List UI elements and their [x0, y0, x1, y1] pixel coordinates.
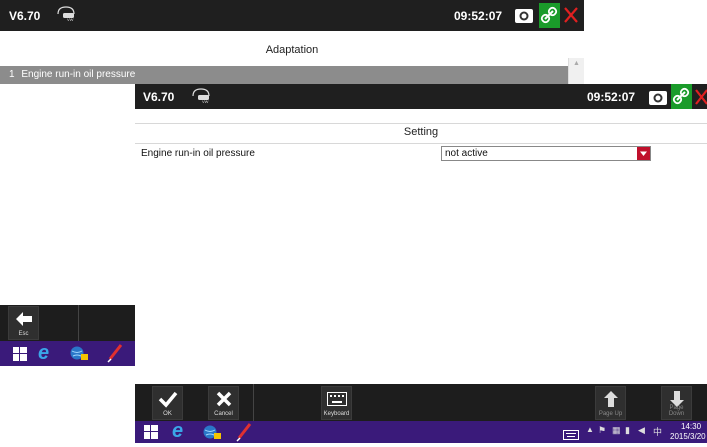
- header-divider: [135, 143, 707, 144]
- windows-start-icon[interactable]: [13, 347, 27, 366]
- globe-icon[interactable]: [70, 345, 88, 366]
- ime-icon[interactable]: 中: [653, 425, 662, 438]
- front-window: V6.70 VW 09:52:07 Setting Engine run-in …: [135, 84, 707, 443]
- svg-text:VW: VW: [202, 99, 209, 104]
- cancel-label: Cancel: [214, 411, 233, 417]
- svg-text:VW: VW: [67, 17, 74, 22]
- back-arrow-icon: [14, 310, 34, 333]
- battery-icon[interactable]: ▮: [625, 425, 630, 436]
- pen-icon[interactable]: [235, 422, 253, 447]
- scroll-up-arrow-icon[interactable]: ▲: [573, 60, 580, 67]
- keyboard-tray-icon[interactable]: [563, 427, 579, 445]
- camera-icon[interactable]: [514, 5, 534, 30]
- toolbar-divider: [78, 305, 79, 341]
- list-item-index: 1: [9, 69, 15, 80]
- car-logo-icon: VW: [190, 87, 212, 110]
- chevron-down-icon[interactable]: [637, 147, 650, 160]
- setting-label: Engine run-in oil pressure: [141, 148, 255, 159]
- car-logo-icon: VW: [55, 5, 77, 28]
- page-up-button[interactable]: Page Up: [595, 386, 626, 420]
- title-divider: [135, 123, 707, 124]
- close-icon[interactable]: [562, 4, 580, 31]
- ok-button[interactable]: OK: [152, 386, 183, 420]
- cancel-button[interactable]: Cancel: [208, 386, 239, 420]
- keyboard-label: Keyboard: [323, 411, 350, 417]
- page-down-label: Page Down: [668, 405, 685, 417]
- esc-button[interactable]: Esc: [8, 306, 39, 340]
- version-label: V6.70: [9, 9, 41, 23]
- scrollbar[interactable]: ▲: [568, 58, 584, 84]
- camera-icon[interactable]: [648, 87, 668, 112]
- esc-label: Esc: [18, 331, 29, 337]
- taskbar-date: 2015/3/20: [670, 432, 706, 441]
- back-window-topbar: V6.70 VW 09:52:07: [0, 0, 584, 31]
- ie-icon[interactable]: e: [172, 421, 183, 442]
- link-icon[interactable]: [539, 3, 560, 28]
- setting-dropdown-value: not active: [445, 148, 488, 159]
- toolbar-divider: [253, 384, 254, 421]
- page-down-button[interactable]: Page Down: [661, 386, 692, 420]
- windows-start-icon[interactable]: [144, 425, 158, 444]
- volume-icon[interactable]: ◀: [638, 425, 645, 436]
- back-window-list-area: [0, 84, 140, 305]
- x-icon: [215, 390, 233, 413]
- setting-dropdown[interactable]: not active: [441, 146, 651, 161]
- checkmark-icon: [158, 390, 178, 413]
- clock-label: 09:52:07: [454, 9, 503, 23]
- taskbar: e ▲ ⚑ ▦ ▮ ◀ 中 14:30 2015/3/20: [135, 421, 707, 443]
- tray-chevron-icon[interactable]: ▲: [586, 425, 594, 434]
- list-item-label: Engine run-in oil pressure: [21, 69, 136, 80]
- network-icon[interactable]: ▦: [612, 425, 621, 436]
- clock-label: 09:52:07: [587, 90, 636, 104]
- back-taskbar: e: [0, 341, 140, 366]
- list-item-row-extension: [140, 66, 568, 84]
- version-label: V6.70: [143, 90, 175, 104]
- list-item[interactable]: 1 Engine run-in oil pressure: [0, 66, 140, 84]
- flag-icon[interactable]: ⚑: [598, 425, 606, 436]
- page-up-label: Page Up: [598, 411, 623, 417]
- back-window-title: Adaptation: [265, 44, 319, 56]
- globe-icon[interactable]: [203, 424, 221, 445]
- front-window-title: Setting: [403, 126, 439, 138]
- pen-icon[interactable]: [106, 343, 124, 368]
- ie-icon[interactable]: e: [38, 342, 49, 364]
- keyboard-icon: [327, 392, 347, 411]
- link-icon[interactable]: [671, 84, 692, 109]
- ok-label: OK: [163, 411, 172, 417]
- front-window-topbar: V6.70 VW 09:52:07: [135, 84, 707, 109]
- keyboard-button[interactable]: Keyboard: [321, 386, 352, 420]
- close-icon[interactable]: [694, 86, 707, 113]
- taskbar-time: 14:30: [681, 422, 702, 431]
